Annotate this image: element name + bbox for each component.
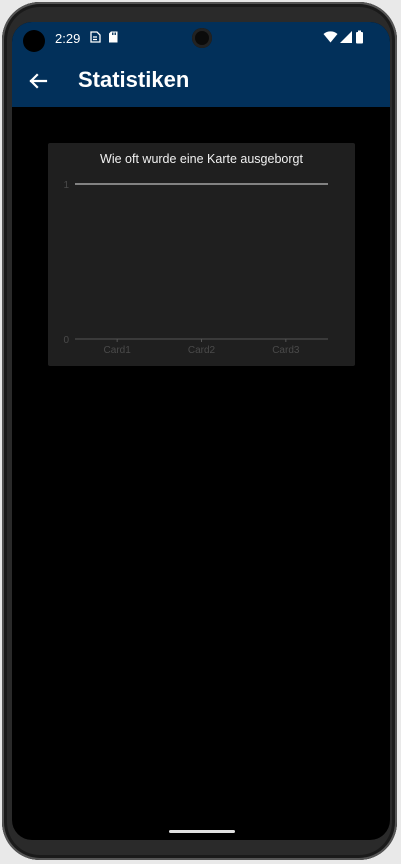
status-time: 2:29 [55, 31, 81, 46]
x-tick-label: Card1 [104, 345, 132, 356]
chart-card: Wie oft wurde eine Karte ausgeborgt 0 1 Ca… [48, 143, 355, 366]
front-camera-icon [23, 30, 45, 52]
x-tick-label: Card2 [188, 345, 216, 356]
x-tick-label: Card3 [272, 345, 300, 356]
y-tick-label: 0 [63, 335, 69, 346]
sim-card-icon [90, 31, 101, 43]
sd-card-icon [109, 31, 118, 43]
gesture-nav-handle[interactable] [169, 830, 235, 833]
bar-chart: 0 1 Card1 Card2 Card3 [63, 180, 328, 356]
screen: 2:29 Statistiken Wie oft wurde eine Kart… [12, 22, 390, 840]
camera-notch-icon [192, 28, 212, 48]
signal-icon [340, 31, 352, 43]
wifi-icon [323, 31, 338, 43]
app-bar: Statistiken [12, 55, 390, 107]
page-title: Statistiken [78, 67, 190, 92]
phone-frame: 2:29 Statistiken Wie oft wurde eine Kart… [2, 2, 397, 860]
arrow-left-icon[interactable] [26, 69, 50, 93]
status-bar: 2:29 [12, 22, 390, 55]
battery-icon [356, 30, 363, 44]
y-tick-label: 1 [63, 180, 69, 191]
